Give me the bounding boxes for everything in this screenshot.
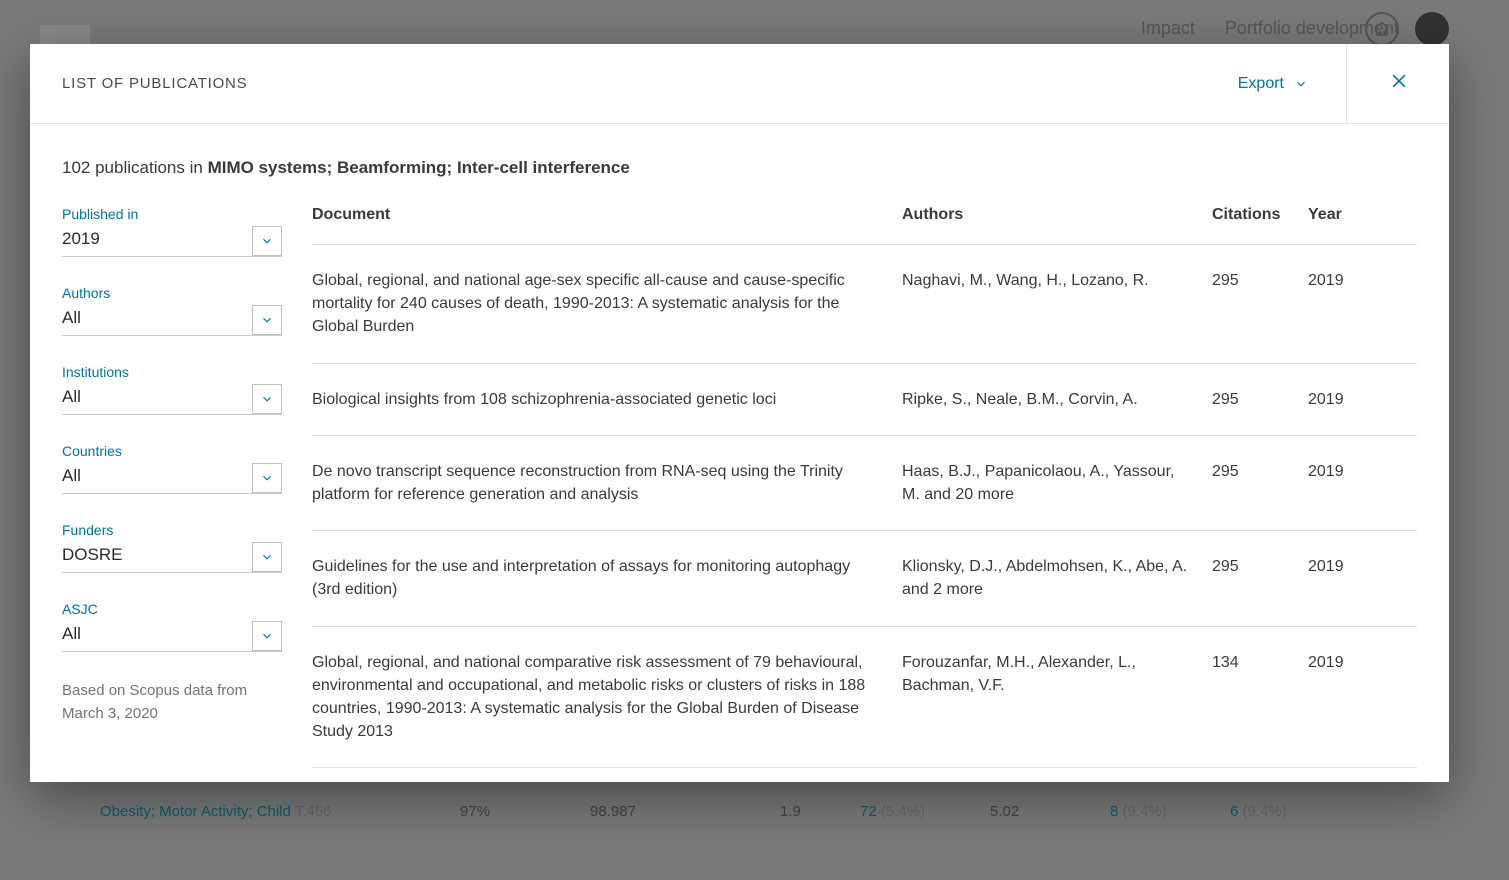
filter-label: Institutions xyxy=(62,364,282,380)
bg-v6: 8 (9.4%) xyxy=(1110,803,1230,820)
export-button[interactable]: Export xyxy=(1228,69,1318,99)
filter-select[interactable]: All xyxy=(62,621,282,652)
cell-year: 2019 xyxy=(1308,651,1368,744)
publications-modal: LIST OF PUBLICATIONS Export 102 publicat… xyxy=(30,44,1449,782)
bg-v4: 72 (5.4%) xyxy=(860,803,990,820)
filter-value: 2019 xyxy=(62,229,100,249)
bg-v2: 98.987 xyxy=(590,803,780,820)
chevron-down-icon xyxy=(252,463,282,493)
filter-published-in: Published in 2019 xyxy=(62,206,282,257)
cell-authors: Forouzanfar, M.H., Alexander, L., Bachma… xyxy=(902,651,1212,744)
publications-subheading: 102 publications in MIMO systems; Beamfo… xyxy=(62,158,1417,178)
filter-value: All xyxy=(62,308,81,328)
header-citations[interactable]: Citations xyxy=(1212,206,1308,224)
chevron-down-icon xyxy=(252,384,282,414)
cell-document: Global, regional, and national age-sex s… xyxy=(312,269,902,339)
table-row[interactable]: Global, regional, and national comparati… xyxy=(312,627,1417,769)
cell-authors: Naghavi, M., Wang, H., Lozano, R. xyxy=(902,269,1212,339)
chevron-down-icon xyxy=(252,305,282,335)
table-row[interactable]: Biological insights from 108 schizophren… xyxy=(312,768,1417,782)
bg-v1: 97% xyxy=(460,803,590,820)
filter-authors: Authors All xyxy=(62,285,282,336)
bg-topic-id: T.456 xyxy=(295,803,332,820)
chevron-down-icon xyxy=(1294,77,1308,91)
cell-citations: 295 xyxy=(1212,555,1308,601)
filter-select[interactable]: DOSRE xyxy=(62,542,282,573)
close-icon xyxy=(1389,71,1409,91)
filter-label: ASJC xyxy=(62,601,282,617)
filter-panel: Published in 2019 Authors All Institutions Al… xyxy=(62,206,282,782)
table-header: Document Authors Citations Year xyxy=(312,206,1417,245)
filter-label: Published in xyxy=(62,206,282,222)
cell-citations: 295 xyxy=(1212,388,1308,411)
filter-countries: Countries All xyxy=(62,443,282,494)
filter-value: All xyxy=(62,387,81,407)
table-row[interactable]: Biological insights from 108 schizophren… xyxy=(312,364,1417,436)
bg-v5: 5.02 xyxy=(990,803,1110,820)
filter-select[interactable]: All xyxy=(62,305,282,336)
header-document[interactable]: Document xyxy=(312,206,902,224)
institution-icon xyxy=(1365,12,1399,46)
filter-asjc: ASJC All xyxy=(62,601,282,652)
chevron-down-icon xyxy=(252,621,282,651)
modal-title: LIST OF PUBLICATIONS xyxy=(62,75,247,92)
filter-institutions: Institutions All xyxy=(62,364,282,415)
filter-value: All xyxy=(62,624,81,644)
background-data-row: Obesity; Motor Activity; Child T.456 97%… xyxy=(100,803,1449,820)
filter-label: Countries xyxy=(62,443,282,459)
export-label: Export xyxy=(1238,75,1284,93)
cell-year: 2019 xyxy=(1308,269,1368,339)
chevron-down-icon xyxy=(252,542,282,572)
cell-year: 2019 xyxy=(1308,460,1368,506)
filter-label: Funders xyxy=(62,522,282,538)
cell-document: Guidelines for the use and interpretatio… xyxy=(312,555,902,601)
filter-value: All xyxy=(62,466,81,486)
filter-select[interactable]: All xyxy=(62,384,282,415)
table-row[interactable]: Guidelines for the use and interpretatio… xyxy=(312,531,1417,626)
cell-document: De novo transcript sequence reconstructi… xyxy=(312,460,902,506)
cell-year: 2019 xyxy=(1308,555,1368,601)
bg-v3: 1.9 xyxy=(780,803,860,820)
cell-citations: 134 xyxy=(1212,651,1308,744)
cell-document: Global, regional, and national comparati… xyxy=(312,651,902,744)
cell-authors: Ripke, S., Neale, B.M., Corvin, A. xyxy=(902,388,1212,411)
modal-body: 102 publications in MIMO systems; Beamfo… xyxy=(30,124,1449,782)
nav-impact: Impact xyxy=(1141,18,1195,39)
filter-label: Authors xyxy=(62,285,282,301)
table-row[interactable]: De novo transcript sequence reconstructi… xyxy=(312,436,1417,531)
modal-header: LIST OF PUBLICATIONS Export xyxy=(30,44,1449,124)
header-year[interactable]: Year xyxy=(1308,206,1368,224)
bg-v7: 6 (9.4%) xyxy=(1230,803,1330,820)
filter-select[interactable]: All xyxy=(62,463,282,494)
cell-authors: Haas, B.J., Papanicolaou, A., Yassour, M… xyxy=(902,460,1212,506)
cell-citations: 295 xyxy=(1212,269,1308,339)
cell-year: 2019 xyxy=(1308,388,1368,411)
cell-authors: Klionsky, D.J., Abdelmohsen, K., Abe, A.… xyxy=(902,555,1212,601)
publications-table: Document Authors Citations Year Global, … xyxy=(312,206,1417,782)
filter-select[interactable]: 2019 xyxy=(62,226,282,257)
filter-value: DOSRE xyxy=(62,545,122,565)
cell-document: Biological insights from 108 schizophren… xyxy=(312,388,902,411)
table-row[interactable]: Global, regional, and national age-sex s… xyxy=(312,245,1417,364)
filters-note: Based on Scopus data from March 3, 2020 xyxy=(62,680,282,725)
close-button[interactable] xyxy=(1381,63,1417,104)
header-authors[interactable]: Authors xyxy=(902,206,1212,224)
avatar xyxy=(1415,12,1449,46)
bg-topic-link: Obesity; Motor Activity; Child xyxy=(100,803,291,820)
background-nav: Impact Portfolio development xyxy=(1141,18,1399,39)
chevron-down-icon xyxy=(252,226,282,256)
filter-funders: Funders DOSRE xyxy=(62,522,282,573)
cell-citations: 295 xyxy=(1212,460,1308,506)
